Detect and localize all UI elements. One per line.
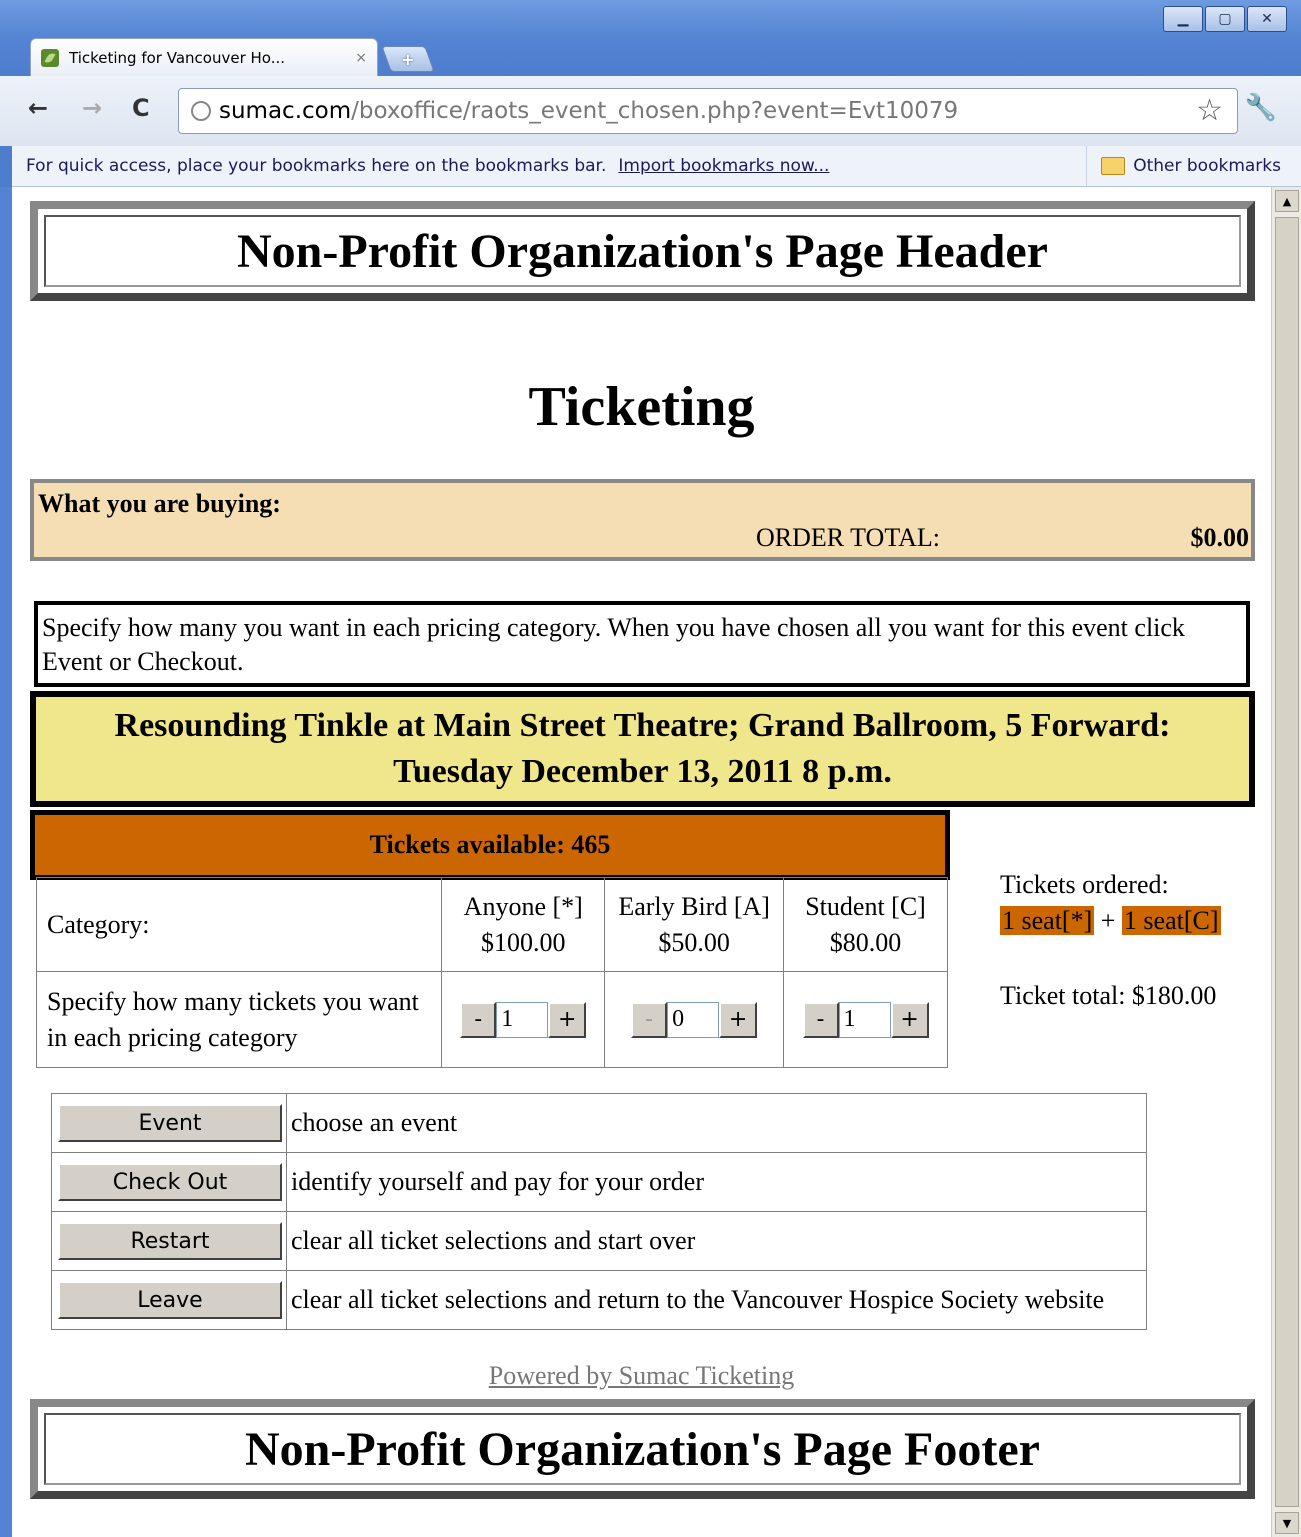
category-price: $80.00 (829, 927, 902, 957)
category-name: Student [C] (805, 891, 926, 921)
other-bookmarks-button[interactable]: Other bookmarks (1086, 146, 1281, 186)
increment-button[interactable]: + (548, 1001, 587, 1038)
category-label: Category: (35, 877, 443, 972)
leaf-favicon-icon (41, 48, 59, 67)
quantity-cell: - + (783, 971, 948, 1068)
action-description: choose an event (286, 1093, 1147, 1153)
bookmark-star-icon[interactable]: ☆ (1196, 93, 1223, 128)
scroll-down-icon[interactable]: ▼ (1275, 1512, 1299, 1534)
action-description: clear all ticket selections and return t… (286, 1270, 1147, 1330)
window-frame (0, 187, 12, 1537)
table-row: Specify how many tickets you want in eac… (35, 971, 948, 1068)
page-title: Ticketing (528, 376, 755, 438)
action-description: clear all ticket selections and start ov… (286, 1211, 1147, 1271)
bookmarks-hint: For quick access, place your bookmarks h… (26, 156, 607, 176)
order-summary: What you are buying: ORDER TOTAL: $0.00 (30, 479, 1255, 561)
address-bar[interactable]: sumac.com/boxoffice/raots_event_chosen.p… (178, 88, 1238, 134)
event-title-line1: Resounding Tinkle at Main Street Theatre… (114, 707, 1171, 744)
category-price: $50.00 (658, 927, 730, 957)
quantity-cell: - + (604, 971, 785, 1068)
tickets-ordered-label: Tickets ordered: (1000, 870, 1169, 899)
close-tab-icon[interactable]: × (355, 50, 367, 66)
category-price: $100.00 (481, 927, 566, 957)
table-row: Check Out identify yourself and pay for … (51, 1152, 1147, 1212)
quantity-cell: - + (441, 971, 606, 1068)
scroll-up-icon[interactable]: ▲ (1275, 190, 1299, 212)
tab-title: Ticketing for Vancouver Ho... (69, 48, 285, 67)
increment-button[interactable]: + (890, 1001, 929, 1038)
decrement-button[interactable]: - (460, 1001, 497, 1038)
action-description: identify yourself and pay for your order (286, 1152, 1147, 1212)
increment-button[interactable]: + (719, 1001, 758, 1038)
url-host: sumac.com (219, 98, 352, 124)
category-early-bird: Early Bird [A] $50.00 (604, 877, 785, 972)
page-content: Non-Profit Organization's Page Header Ti… (12, 187, 1271, 1537)
minimize-icon[interactable]: ▁ (1163, 6, 1203, 32)
event-title: Resounding Tinkle at Main Street Theatre… (30, 691, 1255, 807)
event-title-line2: Tuesday December 13, 2011 8 p.m. (393, 753, 892, 790)
bookmarks-bar: For quick access, place your bookmarks h… (12, 146, 1301, 187)
buying-label: What you are buying: (38, 489, 281, 518)
quantity-stepper-student: - + (784, 1001, 947, 1038)
other-bookmarks-label: Other bookmarks (1133, 156, 1281, 176)
category-name: Early Bird [A] (618, 891, 770, 921)
table-row: Category: Anyone [*] $100.00 Early Bird … (35, 877, 948, 972)
quantity-input-anyone[interactable] (496, 1001, 549, 1038)
import-bookmarks-link[interactable]: Import bookmarks now... (618, 156, 829, 176)
seat-badge: 1 seat[C] (1121, 906, 1221, 935)
scroll-thumb[interactable] (1275, 217, 1299, 1507)
vertical-scrollbar[interactable]: ▲ ▼ (1271, 187, 1301, 1537)
tickets-ordered-seats: 1 seat[*] + 1 seat[C] (1000, 903, 1221, 939)
restart-button[interactable]: Restart (58, 1222, 282, 1260)
table-row: Event choose an event (51, 1093, 1147, 1153)
tickets-available-banner: Tickets available: 465 (30, 810, 950, 880)
browser-tab[interactable]: Ticketing for Vancouver Ho... × (30, 38, 378, 76)
category-anyone: Anyone [*] $100.00 (441, 877, 606, 972)
instructions-text: Specify how many you want in each pricin… (34, 601, 1250, 687)
quantity-stepper-anyone: - + (442, 1001, 604, 1038)
seat-badge: 1 seat[*] (1000, 906, 1095, 935)
decrement-button[interactable]: - (802, 1001, 839, 1038)
event-button[interactable]: Event (58, 1104, 282, 1142)
order-total-label: ORDER TOTAL: (756, 523, 941, 552)
wrench-icon[interactable]: 🔧 (1245, 93, 1277, 123)
pricing-table: Category: Anyone [*] $100.00 Early Bird … (35, 877, 948, 1068)
reload-icon[interactable]: C (132, 94, 150, 122)
check-out-button[interactable]: Check Out (58, 1163, 282, 1201)
powered-by-link[interactable]: Powered by Sumac Ticketing (12, 1361, 1271, 1391)
actions-table: Event choose an event Check Out identify… (51, 1093, 1147, 1330)
ticket-total: Ticket total: $180.00 (1000, 981, 1217, 1010)
globe-icon (191, 101, 211, 121)
category-student: Student [C] $80.00 (783, 877, 948, 972)
table-row: Leave clear all ticket selections and re… (51, 1270, 1147, 1330)
plus-icon: + (401, 49, 415, 69)
close-window-icon[interactable]: ✕ (1247, 6, 1287, 32)
decrement-button[interactable]: - (631, 1001, 668, 1038)
page-footer-text: Non-Profit Organization's Page Footer (44, 1413, 1241, 1485)
url-path: /boxoffice/raots_event_chosen.php?event=… (351, 98, 959, 124)
category-name: Anyone [*] (463, 891, 583, 921)
new-tab-button[interactable]: + (381, 46, 435, 72)
folder-icon (1101, 157, 1126, 175)
leave-button[interactable]: Leave (58, 1281, 282, 1319)
specify-label: Specify how many tickets you want in eac… (35, 971, 443, 1068)
quantity-input-early-bird[interactable] (667, 1001, 720, 1038)
order-total-value: $0.00 (1190, 523, 1250, 552)
page-footer: Non-Profit Organization's Page Footer (30, 1399, 1255, 1499)
tickets-ordered: Tickets ordered: 1 seat[*] + 1 seat[C] (1000, 867, 1221, 939)
quantity-input-student[interactable] (838, 1001, 891, 1038)
quantity-stepper-early-bird: - + (605, 1001, 783, 1038)
table-row: Restart clear all ticket selections and … (51, 1211, 1147, 1271)
back-arrow-icon[interactable]: ← (28, 94, 48, 122)
seat-plus: + (1100, 906, 1116, 935)
window-controls: ▁ ▢ ✕ (1163, 6, 1287, 32)
page-header-text: Non-Profit Organization's Page Header (44, 215, 1241, 287)
forward-arrow-icon[interactable]: → (82, 94, 102, 122)
maximize-icon[interactable]: ▢ (1205, 6, 1245, 32)
page-header: Non-Profit Organization's Page Header (30, 201, 1255, 301)
